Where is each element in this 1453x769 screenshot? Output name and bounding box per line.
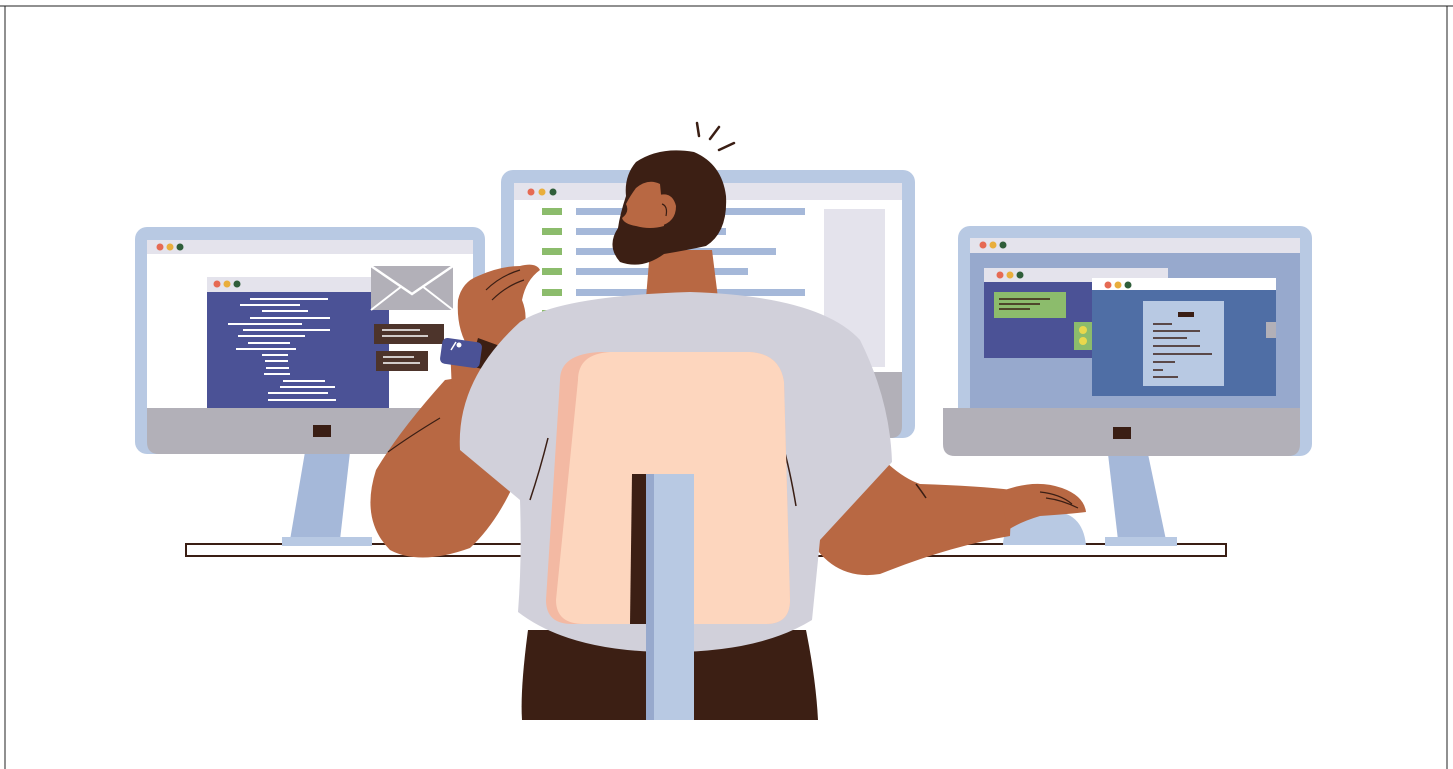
document-icon: [1143, 301, 1224, 386]
code-window: [207, 277, 389, 408]
envelope-icon: [370, 264, 454, 311]
illustration-scene: [0, 0, 1453, 769]
window-dot-red: [156, 243, 164, 251]
front-window: [1092, 278, 1276, 396]
window-dot-green: [176, 243, 184, 251]
window-dot-yellow: [166, 243, 174, 251]
alert-marks-icon: [695, 121, 736, 152]
